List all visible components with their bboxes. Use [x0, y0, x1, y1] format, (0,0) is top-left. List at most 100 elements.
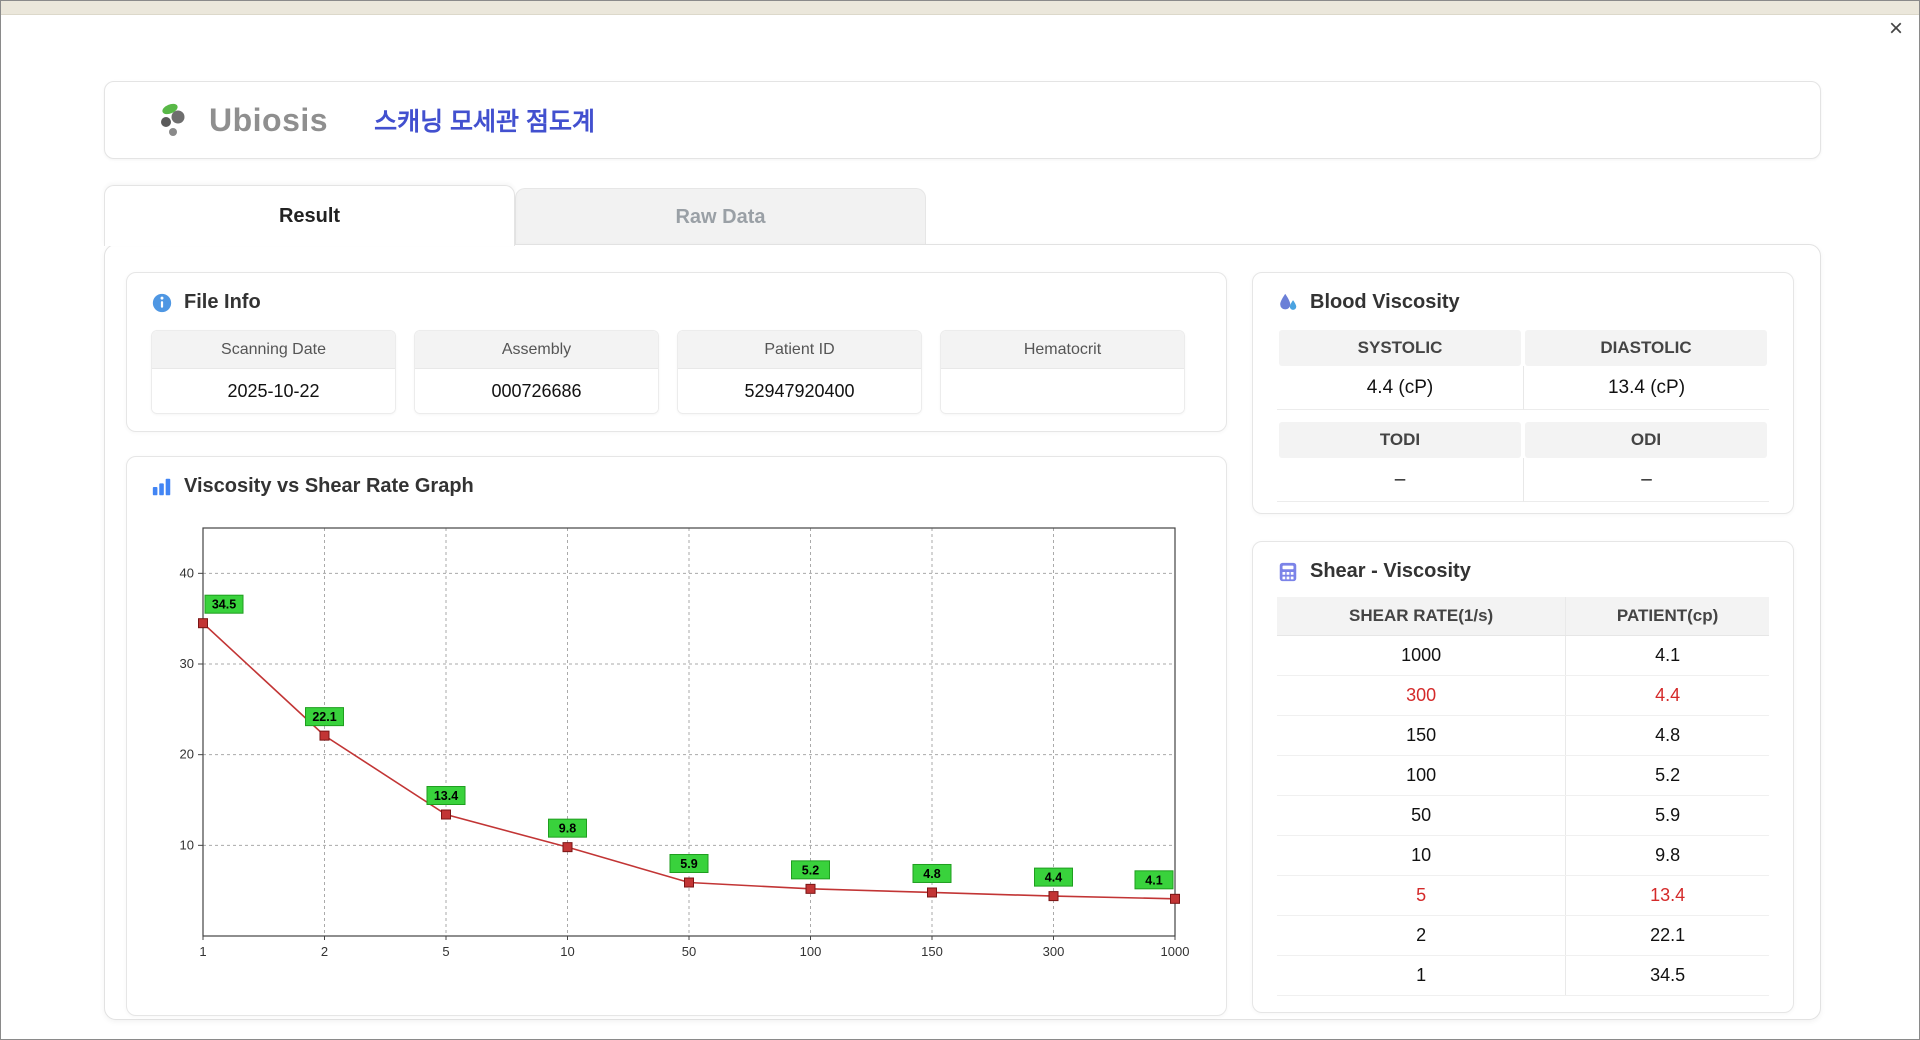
svg-text:2: 2 — [321, 944, 328, 959]
blood-viscosity-header: Blood Viscosity — [1277, 291, 1769, 314]
field-value: 000726686 — [415, 369, 658, 413]
field-value: 2025-10-22 — [152, 369, 395, 413]
cell-rate: 50 — [1277, 795, 1566, 836]
shear-viscosity-title: Shear - Viscosity — [1310, 560, 1471, 582]
bv-header: SYSTOLIC — [1279, 330, 1521, 366]
cell-rate: 150 — [1277, 715, 1566, 756]
graph-title: Viscosity vs Shear Rate Graph — [184, 475, 474, 497]
cell-patient: 5.9 — [1565, 795, 1769, 836]
cell-rate: 300 — [1277, 675, 1566, 716]
bv-value: – — [1523, 458, 1769, 502]
bar-chart-icon — [152, 478, 171, 495]
cell-rate: 1000 — [1277, 635, 1566, 676]
svg-text:40: 40 — [180, 565, 194, 580]
svg-text:10: 10 — [180, 837, 194, 852]
svg-text:30: 30 — [180, 656, 194, 671]
viscosity-chart: 10 20 30 40 1 2 5 10 50 100 150 300 1000 34.5 22.1 13.4… — [180, 527, 1190, 959]
svg-text:5.2: 5.2 — [802, 863, 819, 877]
file-info-card: File Info Scanning Date 2025-10-22 Assem… — [126, 272, 1227, 432]
table-row: 1 34.5 — [1277, 955, 1769, 996]
field-label: Scanning Date — [152, 331, 395, 369]
table-row: 2 22.1 — [1277, 915, 1769, 956]
cell-rate: 5 — [1277, 875, 1566, 916]
table-row: 1000 4.1 — [1277, 635, 1769, 676]
cell-patient: 34.5 — [1565, 955, 1769, 996]
file-info-header: File Info — [151, 291, 1202, 314]
svg-text:5.9: 5.9 — [680, 857, 697, 871]
svg-text:4.1: 4.1 — [1145, 873, 1162, 887]
svg-text:10: 10 — [560, 944, 574, 959]
tab-raw-data[interactable]: Raw Data — [515, 188, 926, 245]
cell-patient: 4.4 — [1565, 675, 1769, 716]
shear-viscosity-header: Shear - Viscosity — [1277, 560, 1769, 583]
svg-text:13.4: 13.4 — [434, 789, 458, 803]
close-icon[interactable]: × — [1889, 17, 1903, 41]
main-panel: File Info Scanning Date 2025-10-22 Assem… — [104, 244, 1821, 1020]
graph-header: Viscosity vs Shear Rate Graph — [151, 475, 1202, 498]
bv-value: 4.4 (cP) — [1277, 366, 1523, 410]
bv-header: DIASTOLIC — [1525, 330, 1767, 366]
window-titlebar — [1, 1, 1919, 15]
table-row: 300 4.4 — [1277, 675, 1769, 716]
table-row: 100 5.2 — [1277, 755, 1769, 796]
bv-group-systolic-diastolic: SYSTOLIC DIASTOLIC 4.4 (cP) 13.4 (cP) — [1277, 330, 1769, 410]
svg-text:1: 1 — [199, 944, 206, 959]
file-info-fields: Scanning Date 2025-10-22 Assembly 000726… — [151, 330, 1202, 414]
cell-patient: 5.2 — [1565, 755, 1769, 796]
tab-raw-data-label: Raw Data — [675, 205, 766, 228]
svg-text:100: 100 — [800, 944, 822, 959]
table-row: 150 4.8 — [1277, 715, 1769, 756]
calculator-icon — [1279, 562, 1297, 581]
tab-result[interactable]: Result — [104, 185, 515, 246]
cell-rate: 100 — [1277, 755, 1566, 796]
svg-text:300: 300 — [1043, 944, 1065, 959]
table-header-row: SHEAR RATE(1/s) PATIENT(cp) — [1277, 597, 1769, 636]
svg-text:5: 5 — [442, 944, 449, 959]
bv-header: ODI — [1525, 422, 1767, 458]
field-scanning-date: Scanning Date 2025-10-22 — [151, 330, 396, 414]
svg-text:4.8: 4.8 — [923, 867, 940, 881]
file-info-title: File Info — [184, 291, 261, 313]
shear-viscosity-card: Shear - Viscosity SHEAR RATE(1/s) PATIEN… — [1252, 541, 1794, 1013]
chart-area: 10 20 30 40 1 2 5 10 50 100 150 300 1000 34.5 22.1 13.4… — [153, 506, 1202, 981]
page-title: 스캐닝 모세관 점도계 — [374, 108, 595, 136]
svg-text:50: 50 — [682, 944, 696, 959]
blood-viscosity-title: Blood Viscosity — [1310, 291, 1460, 313]
table-row: 10 9.8 — [1277, 835, 1769, 876]
column-patient: PATIENT(cp) — [1565, 597, 1769, 636]
cell-rate: 1 — [1277, 955, 1566, 996]
blood-viscosity-card: Blood Viscosity SYSTOLIC DIASTOLIC 4.4 (… — [1252, 272, 1794, 514]
ubiosis-logo-icon — [161, 103, 185, 136]
svg-text:150: 150 — [921, 944, 943, 959]
svg-text:1000: 1000 — [1161, 944, 1190, 959]
column-shear-rate: SHEAR RATE(1/s) — [1277, 597, 1566, 636]
app-window: × Ubiosis 스캐닝 모세관 점도계 Result Raw Data Fi… — [0, 0, 1920, 1040]
ubiosis-logo: Ubiosis — [157, 101, 328, 139]
field-assembly: Assembly 000726686 — [414, 330, 659, 414]
cell-rate: 10 — [1277, 835, 1566, 876]
field-label: Patient ID — [678, 331, 921, 369]
field-label: Hematocrit — [941, 331, 1184, 369]
svg-text:4.4: 4.4 — [1045, 871, 1062, 885]
svg-text:34.5: 34.5 — [212, 598, 236, 612]
table-row: 50 5.9 — [1277, 795, 1769, 836]
app-header: Ubiosis 스캐닝 모세관 점도계 — [104, 81, 1821, 159]
cell-patient: 22.1 — [1565, 915, 1769, 956]
field-value — [941, 369, 1184, 413]
shear-viscosity-table: SHEAR RATE(1/s) PATIENT(cp) 1000 4.1 300 4… — [1277, 597, 1769, 996]
svg-text:20: 20 — [180, 747, 194, 762]
bv-value: 13.4 (cP) — [1523, 366, 1769, 410]
graph-card: Viscosity vs Shear Rate Graph 10 20 30 40 1 2… — [126, 456, 1227, 1016]
field-label: Assembly — [415, 331, 658, 369]
droplet-icon — [1280, 293, 1297, 310]
field-hematocrit: Hematocrit — [940, 330, 1185, 414]
field-value: 52947920400 — [678, 369, 921, 413]
cell-patient: 13.4 — [1565, 875, 1769, 916]
svg-text:9.8: 9.8 — [559, 822, 576, 836]
cell-patient: 4.1 — [1565, 635, 1769, 676]
field-patient-id: Patient ID 52947920400 — [677, 330, 922, 414]
blood-viscosity-table: SYSTOLIC DIASTOLIC 4.4 (cP) 13.4 (cP) TO… — [1277, 330, 1769, 502]
cell-patient: 9.8 — [1565, 835, 1769, 876]
svg-text:22.1: 22.1 — [312, 710, 336, 724]
bv-value: – — [1277, 458, 1523, 502]
